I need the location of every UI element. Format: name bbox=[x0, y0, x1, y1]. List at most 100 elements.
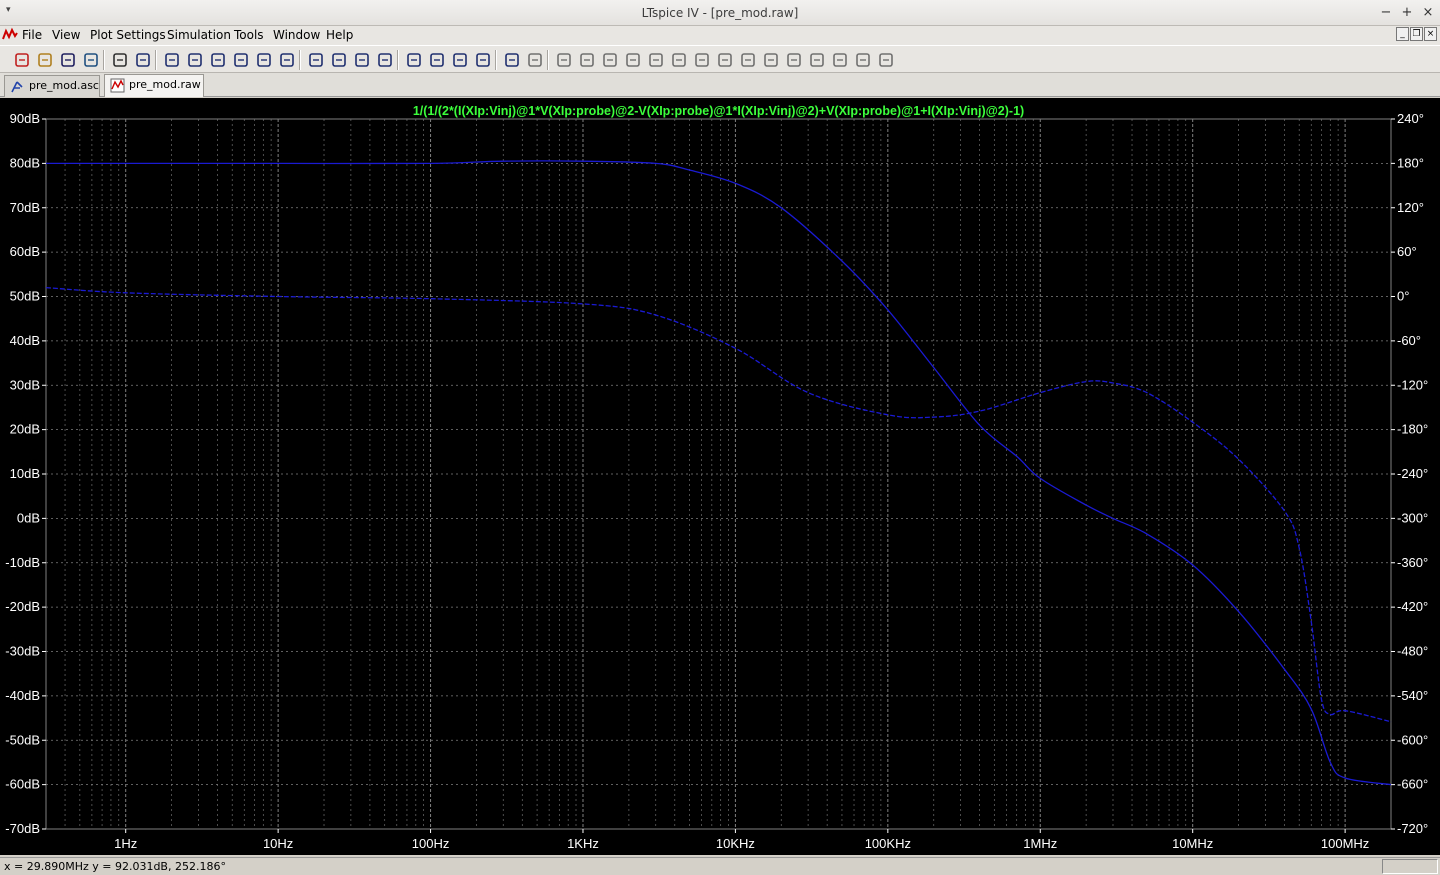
y-tick-label: -20dB bbox=[5, 599, 40, 614]
menu-file[interactable]: File bbox=[22, 28, 42, 42]
mdi-minimize-button[interactable]: _ bbox=[1396, 27, 1409, 41]
text-icon[interactable] bbox=[853, 50, 873, 70]
y-tick-label: 90dB bbox=[10, 111, 40, 126]
magnitude-trace bbox=[46, 160, 1392, 786]
zoom-in-icon[interactable] bbox=[162, 50, 182, 70]
ground-icon[interactable] bbox=[554, 50, 574, 70]
capacitor-icon[interactable] bbox=[623, 50, 643, 70]
phase-trace bbox=[45, 286, 1392, 723]
y-right-tick-label: -660° bbox=[1397, 777, 1428, 792]
menu-view[interactable]: View bbox=[52, 28, 80, 42]
x-tick-label: 10MHz bbox=[1172, 836, 1213, 851]
tab-pre-mod-asc[interactable]: pre_mod.asc bbox=[4, 75, 100, 97]
y-right-tick-label: -540° bbox=[1397, 688, 1428, 703]
autorange-icon[interactable] bbox=[254, 50, 274, 70]
y-right-tick-label: 180° bbox=[1397, 155, 1424, 170]
y-right-tick-label: -120° bbox=[1397, 377, 1428, 392]
print-icon[interactable] bbox=[502, 50, 522, 70]
menu-bar: File View Plot Settings Simulation Tools… bbox=[0, 26, 1440, 45]
redo-icon[interactable] bbox=[784, 50, 804, 70]
cut-icon[interactable] bbox=[375, 50, 395, 70]
menu-help[interactable]: Help bbox=[326, 28, 353, 42]
schematic-icon bbox=[11, 81, 23, 93]
spice-directive-icon[interactable] bbox=[876, 50, 896, 70]
y-right-tick-label: -420° bbox=[1397, 599, 1428, 614]
mirror-icon[interactable] bbox=[830, 50, 850, 70]
find-icon[interactable] bbox=[450, 50, 470, 70]
y-tick-label: -30dB bbox=[5, 644, 40, 659]
y-right-tick-label: -240° bbox=[1397, 466, 1428, 481]
x-tick-label: 100MHz bbox=[1321, 836, 1369, 851]
toolbar-separator bbox=[397, 50, 399, 70]
diode-icon[interactable] bbox=[669, 50, 689, 70]
zoom-out-icon[interactable] bbox=[208, 50, 228, 70]
save-icon[interactable] bbox=[58, 50, 78, 70]
paste-icon[interactable] bbox=[427, 50, 447, 70]
inductor-icon[interactable] bbox=[646, 50, 666, 70]
zoom-back-icon[interactable] bbox=[185, 50, 205, 70]
move-icon[interactable] bbox=[715, 50, 735, 70]
control-panel-icon[interactable] bbox=[81, 50, 101, 70]
menu-window[interactable]: Window bbox=[273, 28, 320, 42]
rotate-icon[interactable] bbox=[807, 50, 827, 70]
y-right-tick-label: -60° bbox=[1397, 333, 1421, 348]
x-tick-label: 1Hz bbox=[114, 836, 137, 851]
menu-plot-settings[interactable]: Plot Settings bbox=[90, 28, 166, 42]
cascade-icon[interactable] bbox=[352, 50, 372, 70]
y-tick-label: 60dB bbox=[10, 244, 40, 259]
title-bar[interactable]: ▾ LTspice IV - [pre_mod.raw] − + × bbox=[0, 0, 1440, 26]
ltspice-window: ▾ LTspice IV - [pre_mod.raw] − + × File … bbox=[0, 0, 1440, 875]
wire-icon[interactable] bbox=[525, 50, 545, 70]
y-right-tick-label: -600° bbox=[1397, 732, 1428, 747]
label-icon[interactable] bbox=[577, 50, 597, 70]
open-icon[interactable] bbox=[35, 50, 55, 70]
new-schematic-icon[interactable] bbox=[12, 50, 32, 70]
tile-horizontal-icon[interactable] bbox=[329, 50, 349, 70]
minimize-button[interactable]: − bbox=[1377, 4, 1395, 22]
drag-icon[interactable] bbox=[738, 50, 758, 70]
close-button[interactable]: × bbox=[1419, 4, 1437, 22]
y-tick-label: 20dB bbox=[10, 422, 40, 437]
mdi-close-button[interactable]: × bbox=[1424, 27, 1437, 41]
toolbar-separator bbox=[547, 50, 549, 70]
menu-tools[interactable]: Tools bbox=[234, 28, 264, 42]
y-tick-label: 40dB bbox=[10, 333, 40, 348]
y-right-tick-label: 0° bbox=[1397, 289, 1409, 304]
ltspice-app-icon[interactable] bbox=[2, 27, 18, 43]
component-icon[interactable] bbox=[692, 50, 712, 70]
y-right-tick-label: 240° bbox=[1397, 111, 1424, 126]
maximize-button[interactable]: + bbox=[1398, 4, 1416, 22]
y-tick-label: 10dB bbox=[10, 466, 40, 481]
window-title: LTspice IV - [pre_mod.raw] bbox=[641, 6, 799, 20]
y-right-tick-label: 120° bbox=[1397, 200, 1424, 215]
tab-pre-mod-raw[interactable]: pre_mod.raw bbox=[104, 74, 204, 97]
toolbar-separator bbox=[155, 50, 157, 70]
tile-vertical-icon[interactable] bbox=[306, 50, 326, 70]
y-tick-label: -50dB bbox=[5, 732, 40, 747]
toolbar-separator bbox=[495, 50, 497, 70]
mdi-restore-button[interactable]: ❐ bbox=[1410, 27, 1423, 41]
y-tick-label: -10dB bbox=[5, 555, 40, 570]
undo-icon[interactable] bbox=[761, 50, 781, 70]
grid-icon[interactable] bbox=[277, 50, 297, 70]
zoom-fit-icon[interactable] bbox=[231, 50, 251, 70]
y-right-tick-label: -720° bbox=[1397, 821, 1428, 836]
plot-canvas[interactable]: 90dB 240° 80dB 180° 70dB 120° 60dB 60° 50dB 0° 40d… bbox=[0, 98, 1440, 855]
pan-icon[interactable] bbox=[133, 50, 153, 70]
y-right-tick-label: -480° bbox=[1397, 644, 1428, 659]
menu-simulation[interactable]: Simulation bbox=[167, 28, 231, 42]
copy-icon[interactable] bbox=[404, 50, 424, 70]
x-tick-label: 10KHz bbox=[716, 836, 755, 851]
run-icon[interactable] bbox=[110, 50, 130, 70]
print-setup-icon[interactable] bbox=[473, 50, 493, 70]
y-tick-label: -60dB bbox=[5, 777, 40, 792]
status-panel bbox=[1382, 859, 1438, 874]
y-tick-label: -40dB bbox=[5, 688, 40, 703]
waveform-plot[interactable]: 90dB 240° 80dB 180° 70dB 120° 60dB 60° 50dB 0° 40d… bbox=[0, 98, 1440, 855]
resistor-icon[interactable] bbox=[600, 50, 620, 70]
trace-expression-title: 1/(1/(2*(I(XIp:Vinj)@1*V(XIp:probe)@2-V(… bbox=[413, 104, 1024, 118]
y-tick-label: 70dB bbox=[10, 200, 40, 215]
status-bar: x = 29.890MHz y = 92.031dB, 252.186° bbox=[0, 857, 1440, 875]
x-tick-label: 100Hz bbox=[412, 836, 450, 851]
toolbar-separator bbox=[299, 50, 301, 70]
